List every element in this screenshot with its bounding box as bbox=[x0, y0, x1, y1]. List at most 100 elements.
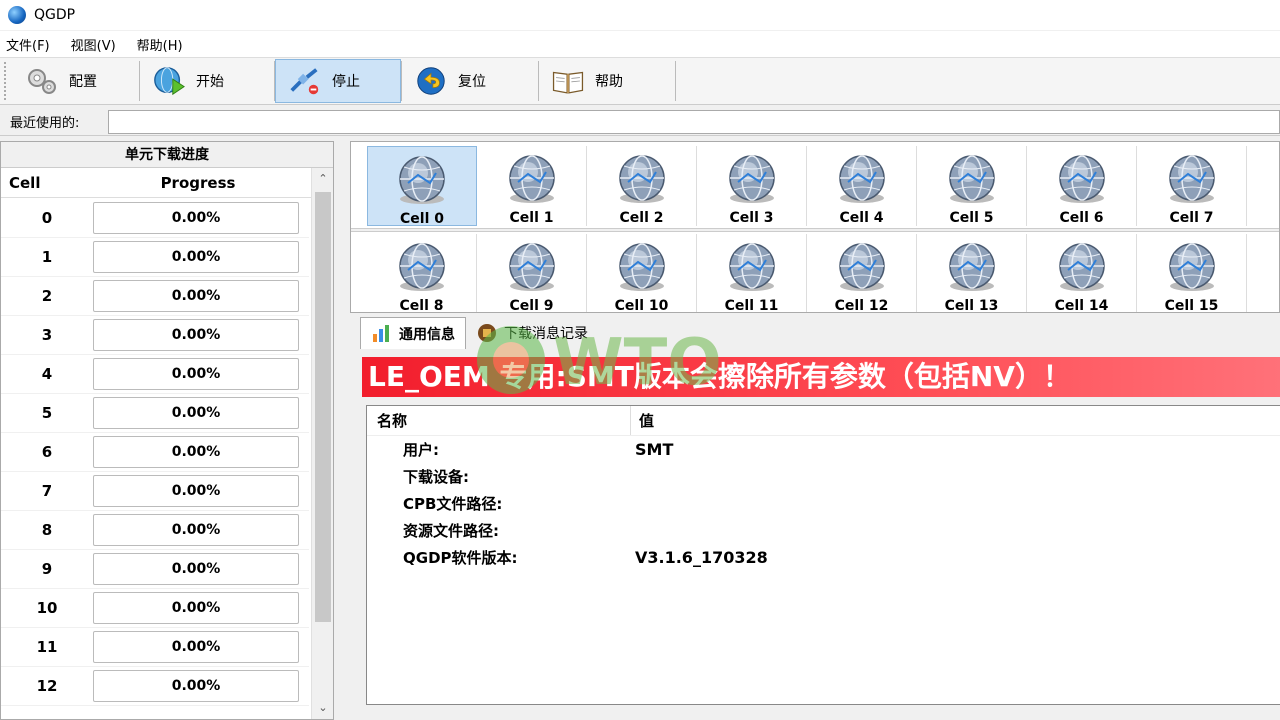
cell-button[interactable]: Cell 0 bbox=[367, 146, 477, 227]
col-header-name[interactable]: 名称 bbox=[367, 406, 631, 435]
scroll-thumb[interactable] bbox=[315, 192, 331, 622]
cell-button[interactable]: Cell 2 bbox=[587, 146, 697, 226]
cell-label: Cell 10 bbox=[614, 298, 669, 313]
progress-row[interactable]: 4 0.00% bbox=[1, 355, 309, 394]
menu-help[interactable]: 帮助(H) bbox=[137, 35, 183, 54]
cell-button[interactable]: Cell 8 bbox=[367, 234, 477, 312]
cell-index: 6 bbox=[41, 443, 53, 461]
progress-row[interactable]: 9 0.00% bbox=[1, 550, 309, 589]
undo-arrow-icon bbox=[414, 65, 448, 97]
menu-view[interactable]: 视图(V) bbox=[71, 35, 116, 54]
info-rows: 用户: SMT 下载设备: CPB文件路径: 资源文件路径: QGDP软件版本: V3.1.… bbox=[367, 436, 1280, 571]
cell-index: 4 bbox=[41, 365, 53, 383]
progress-row[interactable]: 10 0.00% bbox=[1, 589, 309, 628]
start-button[interactable]: 开始 bbox=[140, 59, 274, 103]
info-row[interactable]: 下载设备: bbox=[367, 463, 1280, 490]
col-header-cell[interactable]: Cell bbox=[1, 174, 91, 192]
menu-file[interactable]: 文件(F) bbox=[6, 35, 50, 54]
bar-chart-icon bbox=[373, 324, 389, 342]
cell-index: 2 bbox=[41, 287, 53, 305]
stop-button[interactable]: 停止 bbox=[275, 59, 401, 103]
cell-index: 11 bbox=[36, 638, 58, 656]
progress-row[interactable]: 1 0.00% bbox=[1, 238, 309, 277]
globe-icon bbox=[834, 152, 890, 208]
title-bar: QGDP bbox=[0, 0, 1280, 30]
gears-icon bbox=[25, 65, 59, 97]
cell-index: 1 bbox=[41, 248, 53, 266]
progress-row[interactable]: 5 0.00% bbox=[1, 394, 309, 433]
globe-icon bbox=[614, 152, 670, 208]
info-row[interactable]: CPB文件路径: bbox=[367, 490, 1280, 517]
cell-button[interactable]: Cell 4 bbox=[807, 146, 917, 226]
cell-button[interactable]: Cell 3 bbox=[697, 146, 807, 226]
info-row[interactable]: QGDP软件版本: V3.1.6_170328 bbox=[367, 544, 1280, 571]
progress-row[interactable]: 6 0.00% bbox=[1, 433, 309, 472]
globe-icon bbox=[394, 153, 450, 209]
progress-row[interactable]: 8 0.00% bbox=[1, 511, 309, 550]
cells-row-2: Cell 8 Cell 9 Cell 10 Cell 11 Cell 12 Cell 13… bbox=[367, 234, 1247, 313]
cell-button[interactable]: Cell 1 bbox=[477, 146, 587, 226]
cell-label: Cell 4 bbox=[839, 210, 884, 226]
cell-index: 12 bbox=[36, 677, 58, 695]
cell-label: Cell 15 bbox=[1164, 298, 1219, 313]
globe-icon bbox=[504, 152, 560, 208]
info-row[interactable]: 用户: SMT bbox=[367, 436, 1280, 463]
progress-row[interactable]: 2 0.00% bbox=[1, 277, 309, 316]
globe-icon bbox=[504, 240, 560, 296]
cell-button[interactable]: Cell 14 bbox=[1027, 234, 1137, 312]
toolbar-grip[interactable] bbox=[4, 62, 7, 100]
progress-bar: 0.00% bbox=[93, 436, 299, 468]
progress-row[interactable]: 3 0.00% bbox=[1, 316, 309, 355]
globe-icon bbox=[614, 240, 670, 296]
globe-icon bbox=[834, 240, 890, 296]
globe-icon bbox=[944, 152, 1000, 208]
cell-button[interactable]: Cell 5 bbox=[917, 146, 1027, 226]
cell-button[interactable]: Cell 13 bbox=[917, 234, 1027, 313]
progress-row[interactable]: 7 0.00% bbox=[1, 472, 309, 511]
info-key: QGDP软件版本: bbox=[403, 549, 518, 567]
info-row[interactable]: 资源文件路径: bbox=[367, 517, 1280, 544]
globe-icon bbox=[944, 240, 1000, 296]
qgdp-window: QGDP 文件(F) 视图(V) 帮助(H) 配置 开始 停止 复位 帮助 最近… bbox=[0, 0, 1280, 720]
cell-button[interactable]: Cell 10 bbox=[587, 234, 697, 313]
progress-bar: 0.00% bbox=[93, 397, 299, 429]
help-button[interactable]: 帮助 bbox=[539, 59, 675, 103]
recent-bar: 最近使用的: bbox=[0, 108, 1280, 136]
progress-bar: 0.00% bbox=[93, 319, 299, 351]
globe-icon bbox=[1164, 240, 1220, 296]
info-tabs: 通用信息 下载消息记录 bbox=[350, 313, 1280, 349]
cell-label: Cell 13 bbox=[944, 298, 999, 313]
cell-button[interactable]: Cell 11 bbox=[697, 234, 807, 312]
progress-row[interactable]: 12 0.00% bbox=[1, 667, 309, 706]
progress-bar: 0.00% bbox=[93, 553, 299, 585]
progress-bar: 0.00% bbox=[93, 514, 299, 546]
cell-label: Cell 5 bbox=[949, 210, 994, 226]
recent-input[interactable] bbox=[108, 109, 1280, 134]
progress-table-header: Cell Progress bbox=[1, 168, 333, 198]
progress-bar: 0.00% bbox=[93, 631, 299, 663]
tab-download-log[interactable]: 下载消息记录 bbox=[466, 317, 598, 349]
tab-general-info[interactable]: 通用信息 bbox=[360, 317, 466, 349]
scroll-down-icon[interactable]: ⌄ bbox=[312, 697, 334, 719]
cell-button[interactable]: Cell 7 bbox=[1137, 146, 1247, 226]
cell-button[interactable]: Cell 15 bbox=[1137, 234, 1247, 313]
globe-icon bbox=[1054, 152, 1110, 208]
cell-button[interactable]: Cell 6 bbox=[1027, 146, 1137, 226]
globe-play-icon bbox=[152, 65, 186, 97]
disconnect-icon bbox=[288, 65, 322, 97]
progress-scrollbar[interactable]: ⌃ ⌄ bbox=[311, 168, 333, 719]
col-header-progress[interactable]: Progress bbox=[91, 174, 305, 192]
progress-row[interactable]: 11 0.00% bbox=[1, 628, 309, 667]
cell-button[interactable]: Cell 9 bbox=[477, 234, 587, 312]
reset-button[interactable]: 复位 bbox=[402, 59, 538, 103]
cell-label: Cell 6 bbox=[1059, 210, 1104, 226]
progress-row[interactable]: 0 0.00% bbox=[1, 199, 309, 238]
col-header-value[interactable]: 值 bbox=[631, 410, 654, 431]
cell-button[interactable]: Cell 12 bbox=[807, 234, 917, 312]
scroll-up-icon[interactable]: ⌃ bbox=[312, 168, 334, 190]
config-button[interactable]: 配置 bbox=[13, 59, 139, 103]
cell-index: 8 bbox=[41, 521, 53, 539]
cell-index: 3 bbox=[41, 326, 53, 344]
recent-label: 最近使用的: bbox=[10, 116, 80, 131]
book-icon bbox=[551, 65, 585, 97]
